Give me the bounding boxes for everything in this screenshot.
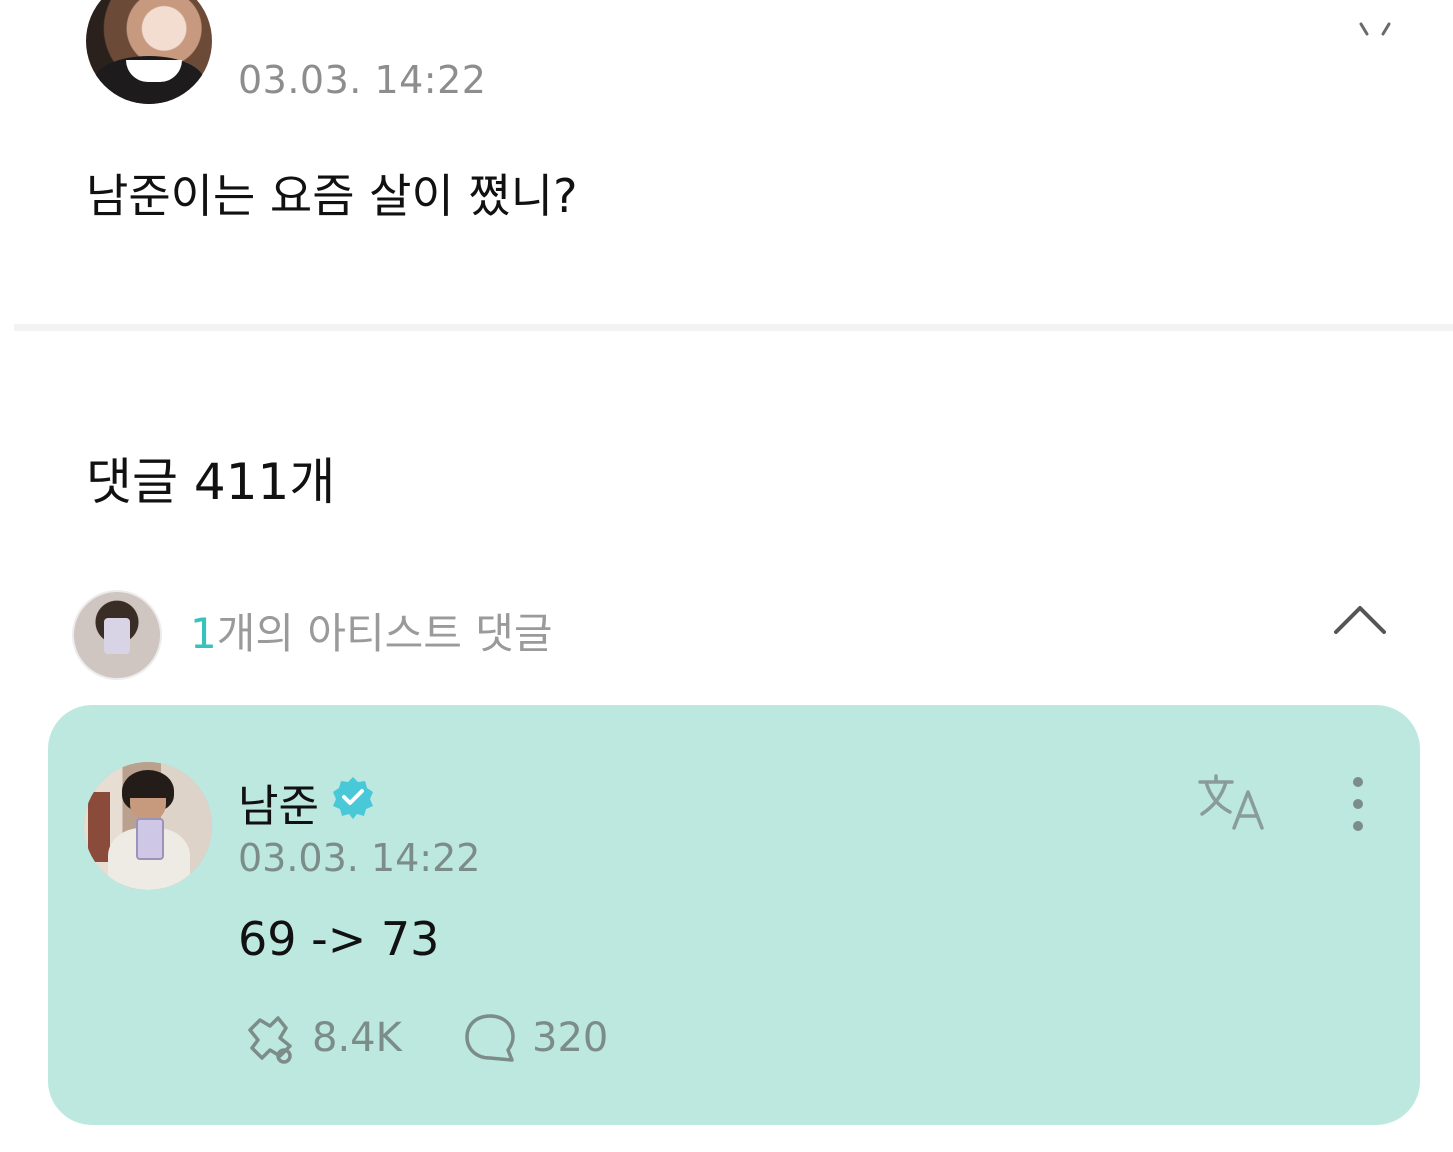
comment-count-heading: 댓글 411개	[86, 453, 336, 511]
avatar-phone	[104, 618, 130, 654]
weverse-post-screen: 03.03. 14:22 남준이는 요즘 살이 쪘니? 댓글 411개 1개의 …	[0, 0, 1453, 1152]
artist-comment-timestamp: 03.03. 14:22	[238, 836, 481, 880]
post-timestamp: 03.03. 14:22	[238, 58, 487, 102]
comment-bubble-icon	[465, 1014, 515, 1062]
post-body-text: 남준이는 요즘 살이 쪘니?	[86, 169, 578, 223]
avatar-phone	[136, 818, 164, 860]
verified-badge-icon	[333, 777, 373, 819]
more-vertical-icon[interactable]	[1340, 774, 1376, 834]
section-divider	[14, 324, 1453, 331]
artist-name[interactable]: 남준	[238, 770, 319, 834]
artist-comment-label: 개의 아티스트 댓글	[216, 609, 553, 658]
artist-avatar-small[interactable]	[72, 590, 162, 680]
chevron-up-icon[interactable]	[1330, 600, 1390, 640]
artist-comment-text: 69 -> 73	[238, 912, 440, 966]
translate-icon[interactable]	[1196, 772, 1270, 832]
avatar-door	[88, 792, 110, 862]
partial-icon	[1359, 22, 1391, 36]
reply-button[interactable]: 320	[462, 1010, 608, 1066]
reply-count: 320	[532, 1015, 609, 1061]
artist-comments-toggle-label[interactable]: 1개의 아티스트 댓글	[190, 600, 553, 661]
artist-avatar[interactable]	[84, 762, 212, 890]
like-count: 8.4K	[312, 1015, 402, 1061]
like-button[interactable]: 8.4K	[240, 1010, 402, 1066]
artist-comment-count: 1	[190, 609, 217, 658]
cheer-like-icon	[248, 1016, 292, 1064]
post-author-avatar[interactable]	[86, 0, 212, 104]
